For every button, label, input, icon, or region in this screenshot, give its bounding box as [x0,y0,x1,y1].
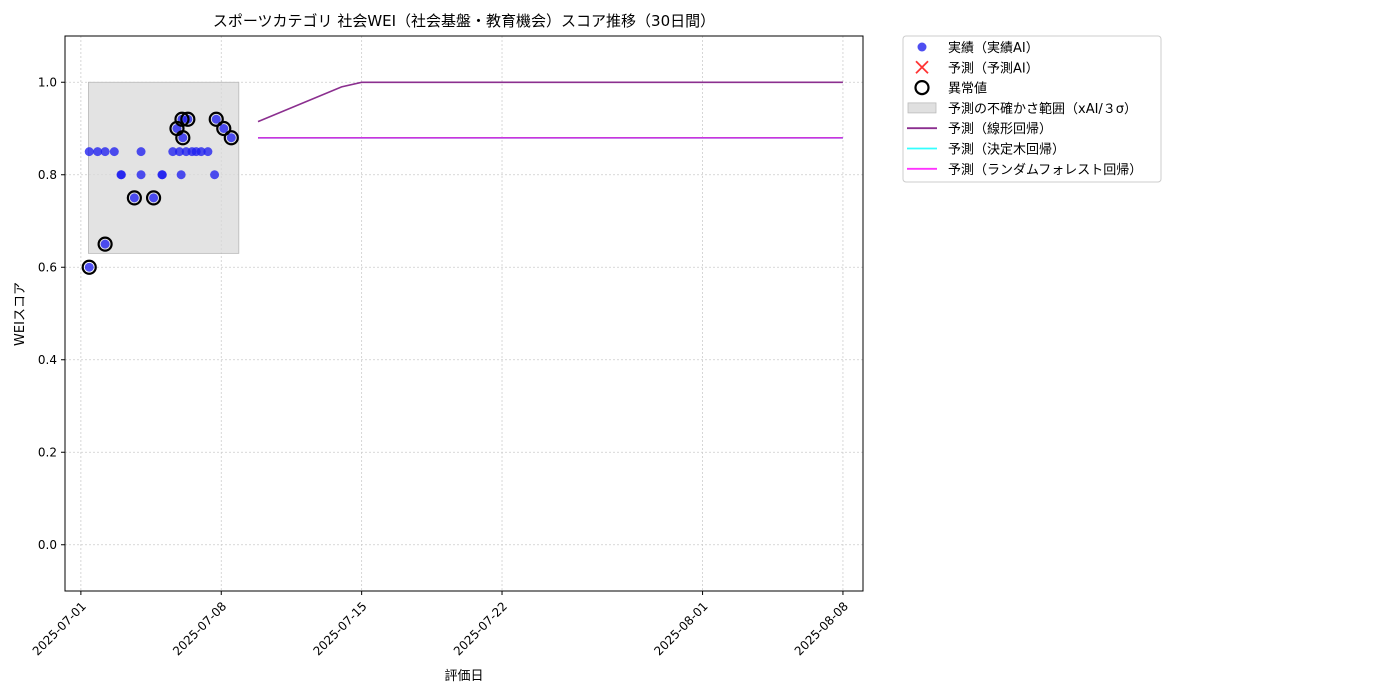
uncertainty-band [87,81,240,254]
legend-label: 異常値 [948,81,987,97]
chart-title: スポーツカテゴリ 社会WEI（社会基盤・教育機会）スコア推移（30日間） [213,12,715,30]
x-tick-label: 2025-07-15 [310,599,369,658]
actual-point [109,147,119,157]
y-axis-label: WEIスコア [13,282,28,346]
actual-point [176,170,186,180]
x-tick-label: 2025-08-01 [651,599,710,658]
legend-label: 予測の不確かさ範囲（xAI/３σ） [948,101,1137,117]
y-tick-label: 0.6 [38,260,57,274]
legend: 実績（実績AI） 予測（予測AI） 異常値予測の不確かさ範囲（xAI/３σ） 予測（線… [902,35,1162,183]
actual-point [129,193,139,203]
actual-point [136,170,146,180]
legend-dot-icon [917,42,927,52]
y-tick-label: 0.8 [38,168,57,182]
actual-point [149,193,159,203]
actual-point [157,170,167,180]
uncertainty-band-layer [87,81,240,254]
series-line-linear [257,81,843,123]
legend-label: 予測（決定木回帰） [948,142,1065,158]
x-tick-label: 2025-07-08 [170,599,229,658]
y-tick-label: 0.2 [38,445,57,459]
x-tick-label: 2025-08-08 [792,599,851,658]
legend-label: 予測（線形回帰） [948,121,1052,137]
actual-point [84,262,94,272]
x-axis-label: 評価日 [444,669,483,684]
actual-point [203,147,213,157]
x-tick-label: 2025-07-01 [30,599,89,658]
actual-point [116,170,126,180]
legend-band-icon [907,102,937,114]
actual-point [100,239,110,249]
y-tick-label: 0.0 [38,538,57,552]
actual-point [136,147,146,157]
actual-point [100,147,110,157]
y-tick-label: 0.4 [38,353,57,367]
legend-label: 予測（予測AI） [948,61,1039,76]
legend-label: 予測（ランダムフォレスト回帰） [948,162,1142,178]
y-tick-label: 1.0 [38,75,57,89]
actual-point [210,170,220,180]
chart: スポーツカテゴリ 社会WEI（社会基盤・教育機会）スコア推移（30日間） 202… [13,12,1162,684]
series-line-layer [257,81,843,139]
actual-point [84,147,94,157]
x-tick-label: 2025-07-22 [451,599,510,658]
legend-label: 実績（実績AI） [948,40,1039,56]
y-axis-ticks: 0.0 0.2 0.4 0.6 0.8 1.0 [38,75,65,552]
x-axis-ticks: 2025-07-01 2025-07-08 2025-07-15 2025-07-22… [30,591,851,658]
